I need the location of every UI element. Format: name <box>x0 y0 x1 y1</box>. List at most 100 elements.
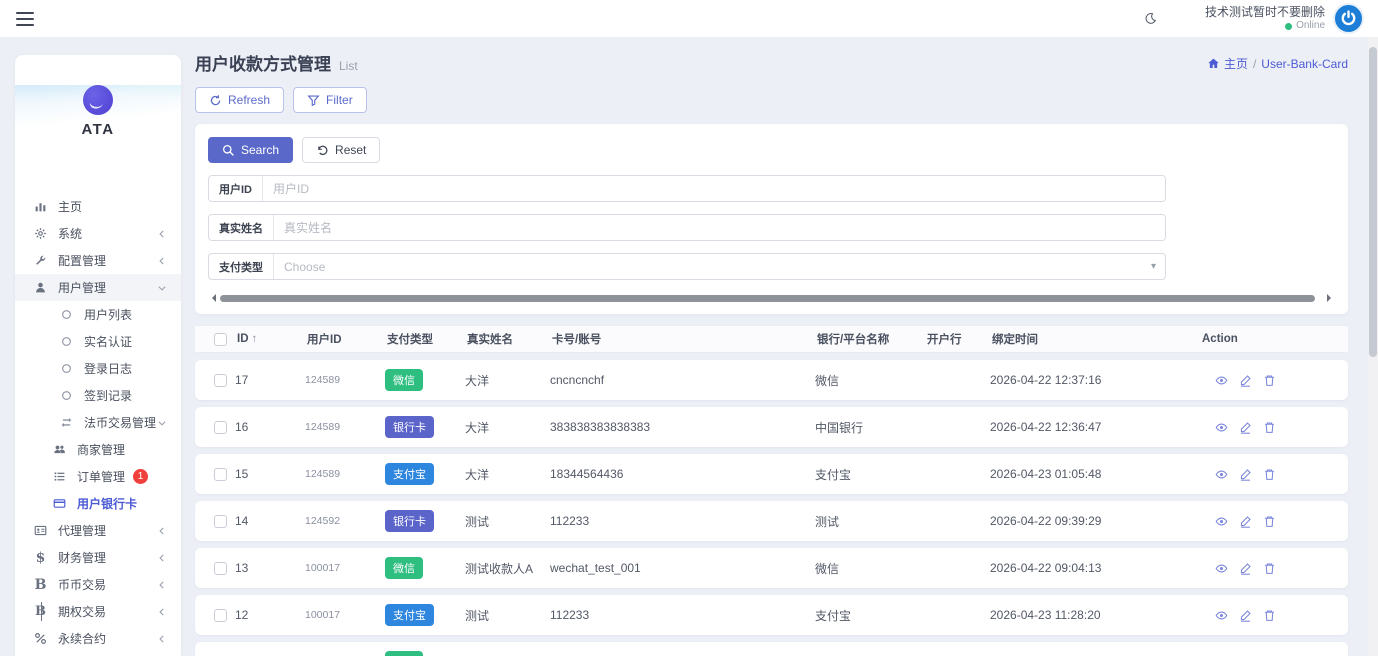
sidebar-item-主页[interactable]: 主页 <box>15 193 181 220</box>
window-scrollbar[interactable] <box>1368 37 1378 656</box>
reset-button[interactable]: Reset <box>302 137 380 163</box>
edit-button-pencil-icon[interactable] <box>1239 562 1252 575</box>
edit-button-pencil-icon[interactable] <box>1239 374 1252 387</box>
breadcrumb-current[interactable]: User-Bank-Card <box>1261 57 1348 71</box>
field-label: 用户ID <box>209 176 263 201</box>
avatar[interactable] <box>1333 3 1364 34</box>
column-header-支付类型[interactable]: 支付类型 <box>385 331 465 347</box>
cell-bank-name: 微信 <box>815 560 925 577</box>
delete-button-trash-icon[interactable] <box>1263 562 1276 575</box>
dark-mode-moon-icon[interactable] <box>1144 12 1157 25</box>
column-header-ID[interactable]: ID↑ <box>235 333 305 345</box>
row-checkbox[interactable] <box>214 609 227 622</box>
column-header-真实姓名[interactable]: 真实姓名 <box>465 331 550 347</box>
scroll-right-icon[interactable] <box>1327 294 1335 302</box>
row-checkbox[interactable] <box>214 374 227 387</box>
horizontal-scrollbar[interactable] <box>208 294 1335 302</box>
view-button-eye-icon[interactable] <box>1215 421 1228 434</box>
sidebar-item-用户管理[interactable]: 用户管理 <box>15 274 181 301</box>
view-button-eye-icon[interactable] <box>1215 468 1228 481</box>
scrollbar-thumb[interactable] <box>220 295 1315 302</box>
select-all-checkbox[interactable] <box>214 333 227 346</box>
cell-real-name: 测试收款人A <box>465 560 550 577</box>
sidebar-item-系统[interactable]: 系统 <box>15 220 181 247</box>
cell-pay-type: 微信 <box>385 369 465 391</box>
sidebar-item-币币交易[interactable]: B币币交易 <box>15 571 181 598</box>
baht-icon: B <box>33 604 48 619</box>
edit-button-pencil-icon[interactable] <box>1239 515 1252 528</box>
column-header-用户ID[interactable]: 用户ID <box>305 331 385 347</box>
cell-bind-time: 2026-04-22 12:36:47 <box>990 420 1200 434</box>
sidebar-item-label: 期权交易 <box>58 603 106 620</box>
pay-type-badge: 微信 <box>385 369 423 391</box>
sidebar-item-登录日志[interactable]: 登录日志 <box>15 355 181 382</box>
sidebar-item-实名认证[interactable]: 实名认证 <box>15 328 181 355</box>
view-button-eye-icon[interactable] <box>1215 374 1228 387</box>
chevron-left-icon <box>157 256 167 266</box>
select-input[interactable] <box>274 254 1151 279</box>
column-header-Action[interactable]: Action <box>1200 333 1348 345</box>
cell-card-no: 383838383838383 <box>550 420 815 434</box>
topbar: 技术测试暂时不要删除 Online <box>0 0 1378 37</box>
edit-button-pencil-icon[interactable] <box>1239 609 1252 622</box>
row-checkbox[interactable] <box>214 515 227 528</box>
scroll-left-icon[interactable] <box>208 294 216 302</box>
credit-card-icon <box>52 497 67 510</box>
menu-toggle-icon[interactable] <box>16 12 34 26</box>
sidebar-item-法币交易管理[interactable]: 法币交易管理 <box>15 409 181 436</box>
window-scrollbar-thumb[interactable] <box>1369 47 1377 357</box>
chevron-down-icon[interactable]: ▾ <box>1151 261 1156 272</box>
page-title: 用户收款方式管理 <box>195 50 331 75</box>
row-checkbox[interactable] <box>214 468 227 481</box>
breadcrumb-home[interactable]: 主页 <box>1207 55 1248 72</box>
sidebar-item-配置管理[interactable]: 配置管理 <box>15 247 181 274</box>
sidebar-item-用户列表[interactable]: 用户列表 <box>15 301 181 328</box>
delete-button-trash-icon[interactable] <box>1263 515 1276 528</box>
sidebar-item-label: 用户管理 <box>58 279 106 296</box>
user-info[interactable]: 技术测试暂时不要删除 Online <box>1205 5 1325 33</box>
sidebar-menu: 主页系统配置管理用户管理用户列表实名认证登录日志签到记录法币交易管理商家管理订单… <box>15 185 181 656</box>
column-header-开户行[interactable]: 开户行 <box>925 331 990 347</box>
row-checkbox[interactable] <box>214 562 227 575</box>
sidebar-item-文章管理[interactable]: 文章管理 <box>15 652 181 656</box>
delete-button-trash-icon[interactable] <box>1263 468 1276 481</box>
sidebar-item-label: 订单管理 <box>77 468 125 485</box>
filter-field-用户ID: 用户ID <box>208 175 1166 202</box>
sidebar-item-代理管理[interactable]: 代理管理 <box>15 517 181 544</box>
cell-bank-name: 支付宝 <box>815 607 925 624</box>
sidebar-item-期权交易[interactable]: B 期权交易 <box>15 598 181 625</box>
edit-button-pencil-icon[interactable] <box>1239 468 1252 481</box>
edit-button-pencil-icon[interactable] <box>1239 421 1252 434</box>
sidebar-item-签到记录[interactable]: 签到记录 <box>15 382 181 409</box>
cell-bank-name: 中国银行 <box>815 419 925 436</box>
delete-button-trash-icon[interactable] <box>1263 421 1276 434</box>
sidebar-item-财务管理[interactable]: $财务管理 <box>15 544 181 571</box>
row-checkbox[interactable] <box>214 421 227 434</box>
text-input[interactable] <box>274 215 1165 240</box>
chevron-left-icon <box>157 580 167 590</box>
column-header-卡号/账号[interactable]: 卡号/账号 <box>550 331 815 347</box>
sidebar-item-永续合约[interactable]: 永续合约 <box>15 625 181 652</box>
view-button-eye-icon[interactable] <box>1215 562 1228 575</box>
sidebar-item-商家管理[interactable]: 商家管理 <box>15 436 181 463</box>
cell-card-no: cncncnchf <box>550 373 815 387</box>
delete-button-trash-icon[interactable] <box>1263 609 1276 622</box>
notification-badge: 1 <box>133 469 148 484</box>
refresh-button[interactable]: Refresh <box>195 87 284 113</box>
view-button-eye-icon[interactable] <box>1215 515 1228 528</box>
view-button-eye-icon[interactable] <box>1215 609 1228 622</box>
cell-pay-type: 银行卡 <box>385 510 465 532</box>
id-card-icon <box>33 524 48 537</box>
cell-card-no: 112233 <box>550 608 815 622</box>
brand-logo-icon <box>83 85 113 115</box>
text-input[interactable] <box>263 176 1165 201</box>
column-header-银行/平台名称[interactable]: 银行/平台名称 <box>815 331 925 347</box>
sidebar-item-用户银行卡[interactable]: 用户银行卡 <box>15 490 181 517</box>
cell-id: 13 <box>235 561 305 575</box>
delete-button-trash-icon[interactable] <box>1263 374 1276 387</box>
sidebar-item-订单管理[interactable]: 订单管理 1 <box>15 463 181 490</box>
sidebar: ATA 主页系统配置管理用户管理用户列表实名认证登录日志签到记录法币交易管理商家… <box>15 55 181 656</box>
filter-button[interactable]: Filter <box>293 87 367 113</box>
column-header-绑定时间[interactable]: 绑定时间 <box>990 331 1200 347</box>
search-button[interactable]: Search <box>208 137 293 163</box>
